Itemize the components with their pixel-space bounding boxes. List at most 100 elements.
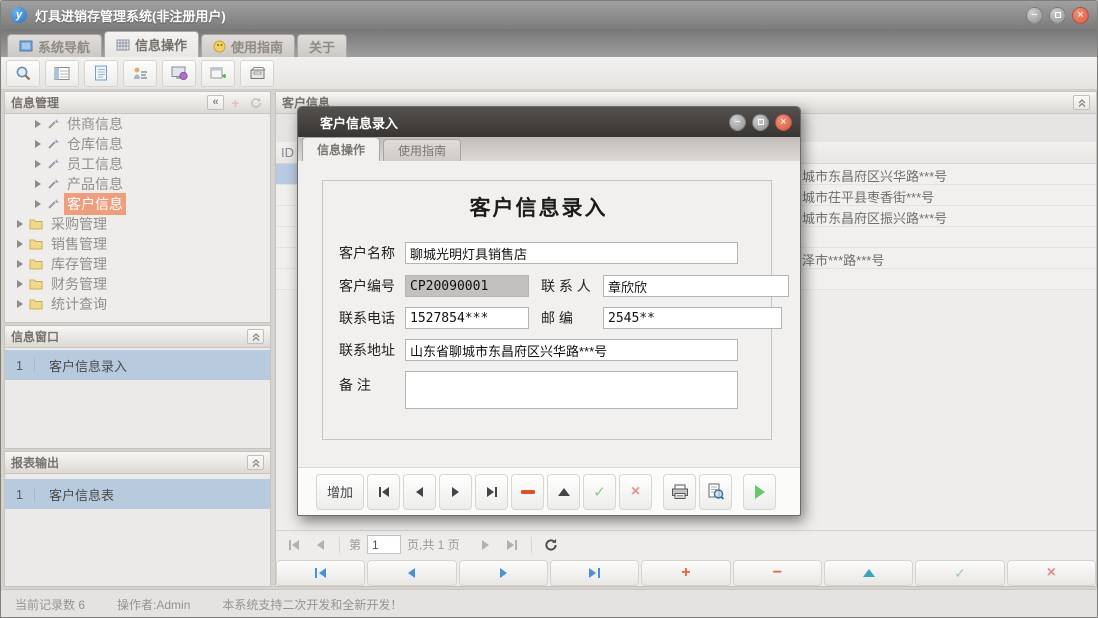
remark-field[interactable]	[405, 371, 738, 409]
employee-button[interactable]	[123, 60, 157, 87]
window-add-button[interactable]	[201, 60, 235, 87]
address-field[interactable]	[405, 339, 738, 361]
close-button[interactable]: ×	[1072, 7, 1089, 24]
collapse-sidebar-button[interactable]: «	[207, 95, 224, 110]
expander-icon[interactable]	[17, 280, 23, 288]
tab-label: 使用指南	[398, 142, 446, 159]
cross-icon: ×	[1047, 564, 1056, 582]
app-logo-icon: y	[11, 7, 27, 23]
collapse-customer-info-button[interactable]	[1073, 95, 1090, 110]
operator-label: 操作者:Admin	[117, 596, 190, 613]
list-item-index: 1	[5, 487, 35, 502]
tree-item-sales-mgmt[interactable]: 销售管理	[5, 234, 270, 254]
grid-cell-address[interactable]: 城市茌平县枣香街***号	[802, 187, 972, 206]
print-preview-icon	[707, 483, 724, 500]
prev-record-button[interactable]	[403, 474, 436, 510]
contact-person-field[interactable]	[603, 275, 789, 297]
tree-item-finance-mgmt[interactable]: 财务管理	[5, 274, 270, 294]
dialog-tab-info-operation[interactable]: 信息操作	[302, 137, 380, 161]
add-panel-button[interactable]: +	[227, 95, 244, 110]
folder-icon	[29, 218, 43, 230]
tab-about[interactable]: 关于	[297, 34, 347, 57]
archive-button[interactable]	[240, 60, 274, 87]
expander-icon[interactable]	[35, 160, 41, 168]
grid-icon	[116, 39, 130, 51]
grid-cell-address[interactable]: 城市东昌府区兴华路***号	[802, 166, 972, 185]
post-record-button[interactable]: ✓	[583, 474, 616, 510]
tree-item-inventory-mgmt[interactable]: 库存管理	[5, 254, 270, 274]
tree-item-product-info[interactable]: 产品信息	[5, 174, 270, 194]
nav-post-button[interactable]: ✓	[915, 560, 1004, 586]
nav-delete-button[interactable]: −	[733, 560, 822, 586]
execute-button[interactable]	[743, 474, 776, 510]
dialog-minimize-button[interactable]: −	[729, 114, 746, 131]
grid-cell-address[interactable]: 泽市***路***号	[802, 250, 972, 269]
nav-last-button[interactable]	[550, 560, 639, 586]
first-page-button[interactable]	[284, 535, 304, 555]
nav-add-button[interactable]: +	[641, 560, 730, 586]
data-table-button[interactable]	[45, 60, 79, 87]
expander-icon[interactable]	[35, 140, 41, 148]
prev-page-button[interactable]	[310, 535, 330, 555]
report-item-customer-table[interactable]: 1 客户信息表	[5, 479, 270, 509]
expander-icon[interactable]	[17, 260, 23, 268]
tree-item-purchase-mgmt[interactable]: 采购管理	[5, 214, 270, 234]
tree-item-employee-info[interactable]: 员工信息	[5, 154, 270, 174]
address-label: 联系地址	[339, 340, 405, 360]
expander-icon[interactable]	[17, 300, 23, 308]
search-button[interactable]	[6, 60, 40, 87]
customer-name-field[interactable]	[405, 242, 738, 264]
report-output-header: 报表输出	[5, 452, 270, 474]
nav-first-button[interactable]	[276, 560, 365, 586]
double-chevron-up-icon	[1077, 98, 1087, 108]
tab-user-guide[interactable]: 使用指南	[201, 34, 295, 57]
info-window-item-customer-entry[interactable]: 1 客户信息录入	[5, 350, 270, 380]
page-prefix-label: 第	[349, 536, 361, 553]
zip-field[interactable]	[603, 307, 782, 329]
tab-system-nav[interactable]: 系统导航	[7, 34, 102, 57]
expander-icon[interactable]	[35, 120, 41, 128]
expander-icon[interactable]	[17, 220, 23, 228]
expander-icon[interactable]	[17, 240, 23, 248]
tree-item-supplier-info[interactable]: 供商信息	[5, 114, 270, 134]
pager-divider	[531, 537, 532, 553]
nav-edit-button[interactable]	[824, 560, 913, 586]
dialog-maximize-button[interactable]	[752, 114, 769, 131]
expander-icon[interactable]	[35, 180, 41, 188]
tree-item-statistics-query[interactable]: 统计查询	[5, 294, 270, 314]
first-record-button[interactable]	[367, 474, 400, 510]
refresh-panel-button[interactable]	[247, 95, 264, 110]
collapse-info-window-button[interactable]	[247, 329, 264, 344]
phone-field[interactable]	[405, 307, 529, 329]
next-page-button[interactable]	[476, 535, 496, 555]
nav-next-button[interactable]	[459, 560, 548, 586]
refresh-grid-button[interactable]	[541, 535, 561, 555]
maximize-button[interactable]	[1049, 7, 1066, 24]
next-record-button[interactable]	[439, 474, 472, 510]
tree-item-label: 供商信息	[64, 113, 126, 135]
dialog-tab-user-guide[interactable]: 使用指南	[383, 139, 461, 161]
collapse-report-output-button[interactable]	[247, 455, 264, 470]
last-record-button[interactable]	[475, 474, 508, 510]
tree-item-warehouse-info[interactable]: 仓库信息	[5, 134, 270, 154]
nav-cancel-button[interactable]: ×	[1007, 560, 1096, 586]
last-page-button[interactable]	[502, 535, 522, 555]
edit-record-button[interactable]	[547, 474, 580, 510]
cancel-record-button[interactable]: ×	[619, 474, 652, 510]
nav-prev-button[interactable]	[367, 560, 456, 586]
expander-icon[interactable]	[35, 200, 41, 208]
page-number-input[interactable]	[367, 535, 401, 554]
coin-icon	[213, 40, 226, 53]
monitor-button[interactable]	[162, 60, 196, 87]
document-button[interactable]	[84, 60, 118, 87]
print-preview-button[interactable]	[699, 474, 732, 510]
dialog-close-button[interactable]: ×	[775, 114, 792, 131]
grid-cell-address[interactable]: 城市东昌府区振兴路***号	[802, 208, 972, 227]
tree-item-customer-info[interactable]: 客户信息	[5, 194, 270, 214]
dialog-footer: 增加 ✓ ×	[298, 467, 800, 515]
add-record-button[interactable]: 增加	[316, 474, 364, 510]
print-button[interactable]	[663, 474, 696, 510]
minimize-button[interactable]: −	[1026, 7, 1043, 24]
tab-info-operation[interactable]: 信息操作	[104, 31, 199, 57]
delete-record-button[interactable]	[511, 474, 544, 510]
